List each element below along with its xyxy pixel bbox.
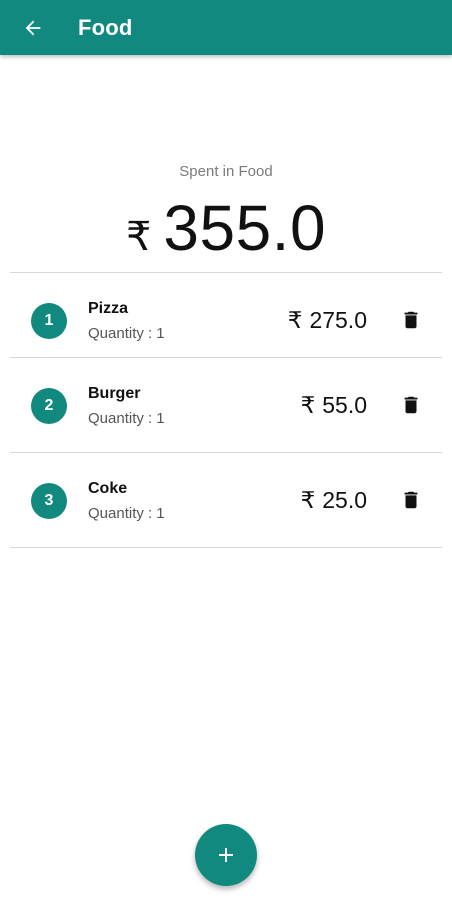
trash-icon [404, 491, 418, 509]
list-divider [10, 547, 442, 548]
list-item[interactable]: 2 Burger Quantity :1 ₹55.0 [10, 358, 442, 452]
currency-symbol: ₹ [300, 487, 316, 513]
quantity-label: Quantity : [88, 505, 153, 522]
quantity-value: 1 [156, 325, 165, 342]
item-price: ₹25.0 [301, 487, 367, 514]
delete-button[interactable] [398, 487, 424, 513]
currency-symbol: ₹ [125, 215, 152, 259]
trash-icon [404, 311, 418, 329]
item-index-badge: 1 [31, 303, 67, 339]
spent-summary: Spent in Food ₹ 355.0 [0, 163, 452, 264]
currency-symbol: ₹ [287, 307, 303, 333]
quantity-value: 1 [156, 410, 165, 427]
app-bar: Food [0, 0, 452, 55]
currency-symbol: ₹ [300, 392, 316, 418]
plus-icon [219, 848, 233, 862]
quantity-label: Quantity : [88, 325, 153, 342]
item-name: Coke [88, 480, 128, 497]
item-index-badge: 2 [31, 388, 67, 424]
trash-icon [404, 396, 418, 414]
delete-button[interactable] [398, 307, 424, 333]
add-item-button[interactable] [195, 824, 257, 886]
item-price: ₹275.0 [288, 307, 367, 334]
item-name: Pizza [88, 300, 129, 317]
food-expense-screen: Food Spent in Food ₹ 355.0 1 Pizza Quant… [0, 0, 452, 900]
price-value: 55.0 [322, 392, 367, 418]
summary-total: ₹ 355.0 [0, 191, 452, 265]
item-quantity: Quantity :1 [88, 505, 165, 522]
item-index-badge: 3 [31, 483, 67, 519]
list-item[interactable]: 3 Coke Quantity :1 ₹25.0 [10, 453, 442, 547]
back-button[interactable] [8, 0, 58, 55]
item-name: Burger [88, 385, 141, 402]
arrow-back-icon [25, 20, 41, 35]
page-title: Food [78, 14, 133, 40]
item-quantity: Quantity :1 [88, 410, 165, 427]
quantity-label: Quantity : [88, 410, 153, 427]
price-value: 25.0 [322, 487, 367, 513]
price-value: 275.0 [309, 307, 367, 333]
quantity-value: 1 [156, 505, 165, 522]
item-price: ₹55.0 [301, 392, 367, 419]
total-amount: 355.0 [163, 192, 327, 264]
summary-label: Spent in Food [179, 163, 273, 180]
delete-button[interactable] [398, 392, 424, 418]
item-quantity: Quantity :1 [88, 325, 165, 342]
list-item[interactable]: 1 Pizza Quantity :1 ₹275.0 [10, 273, 442, 367]
